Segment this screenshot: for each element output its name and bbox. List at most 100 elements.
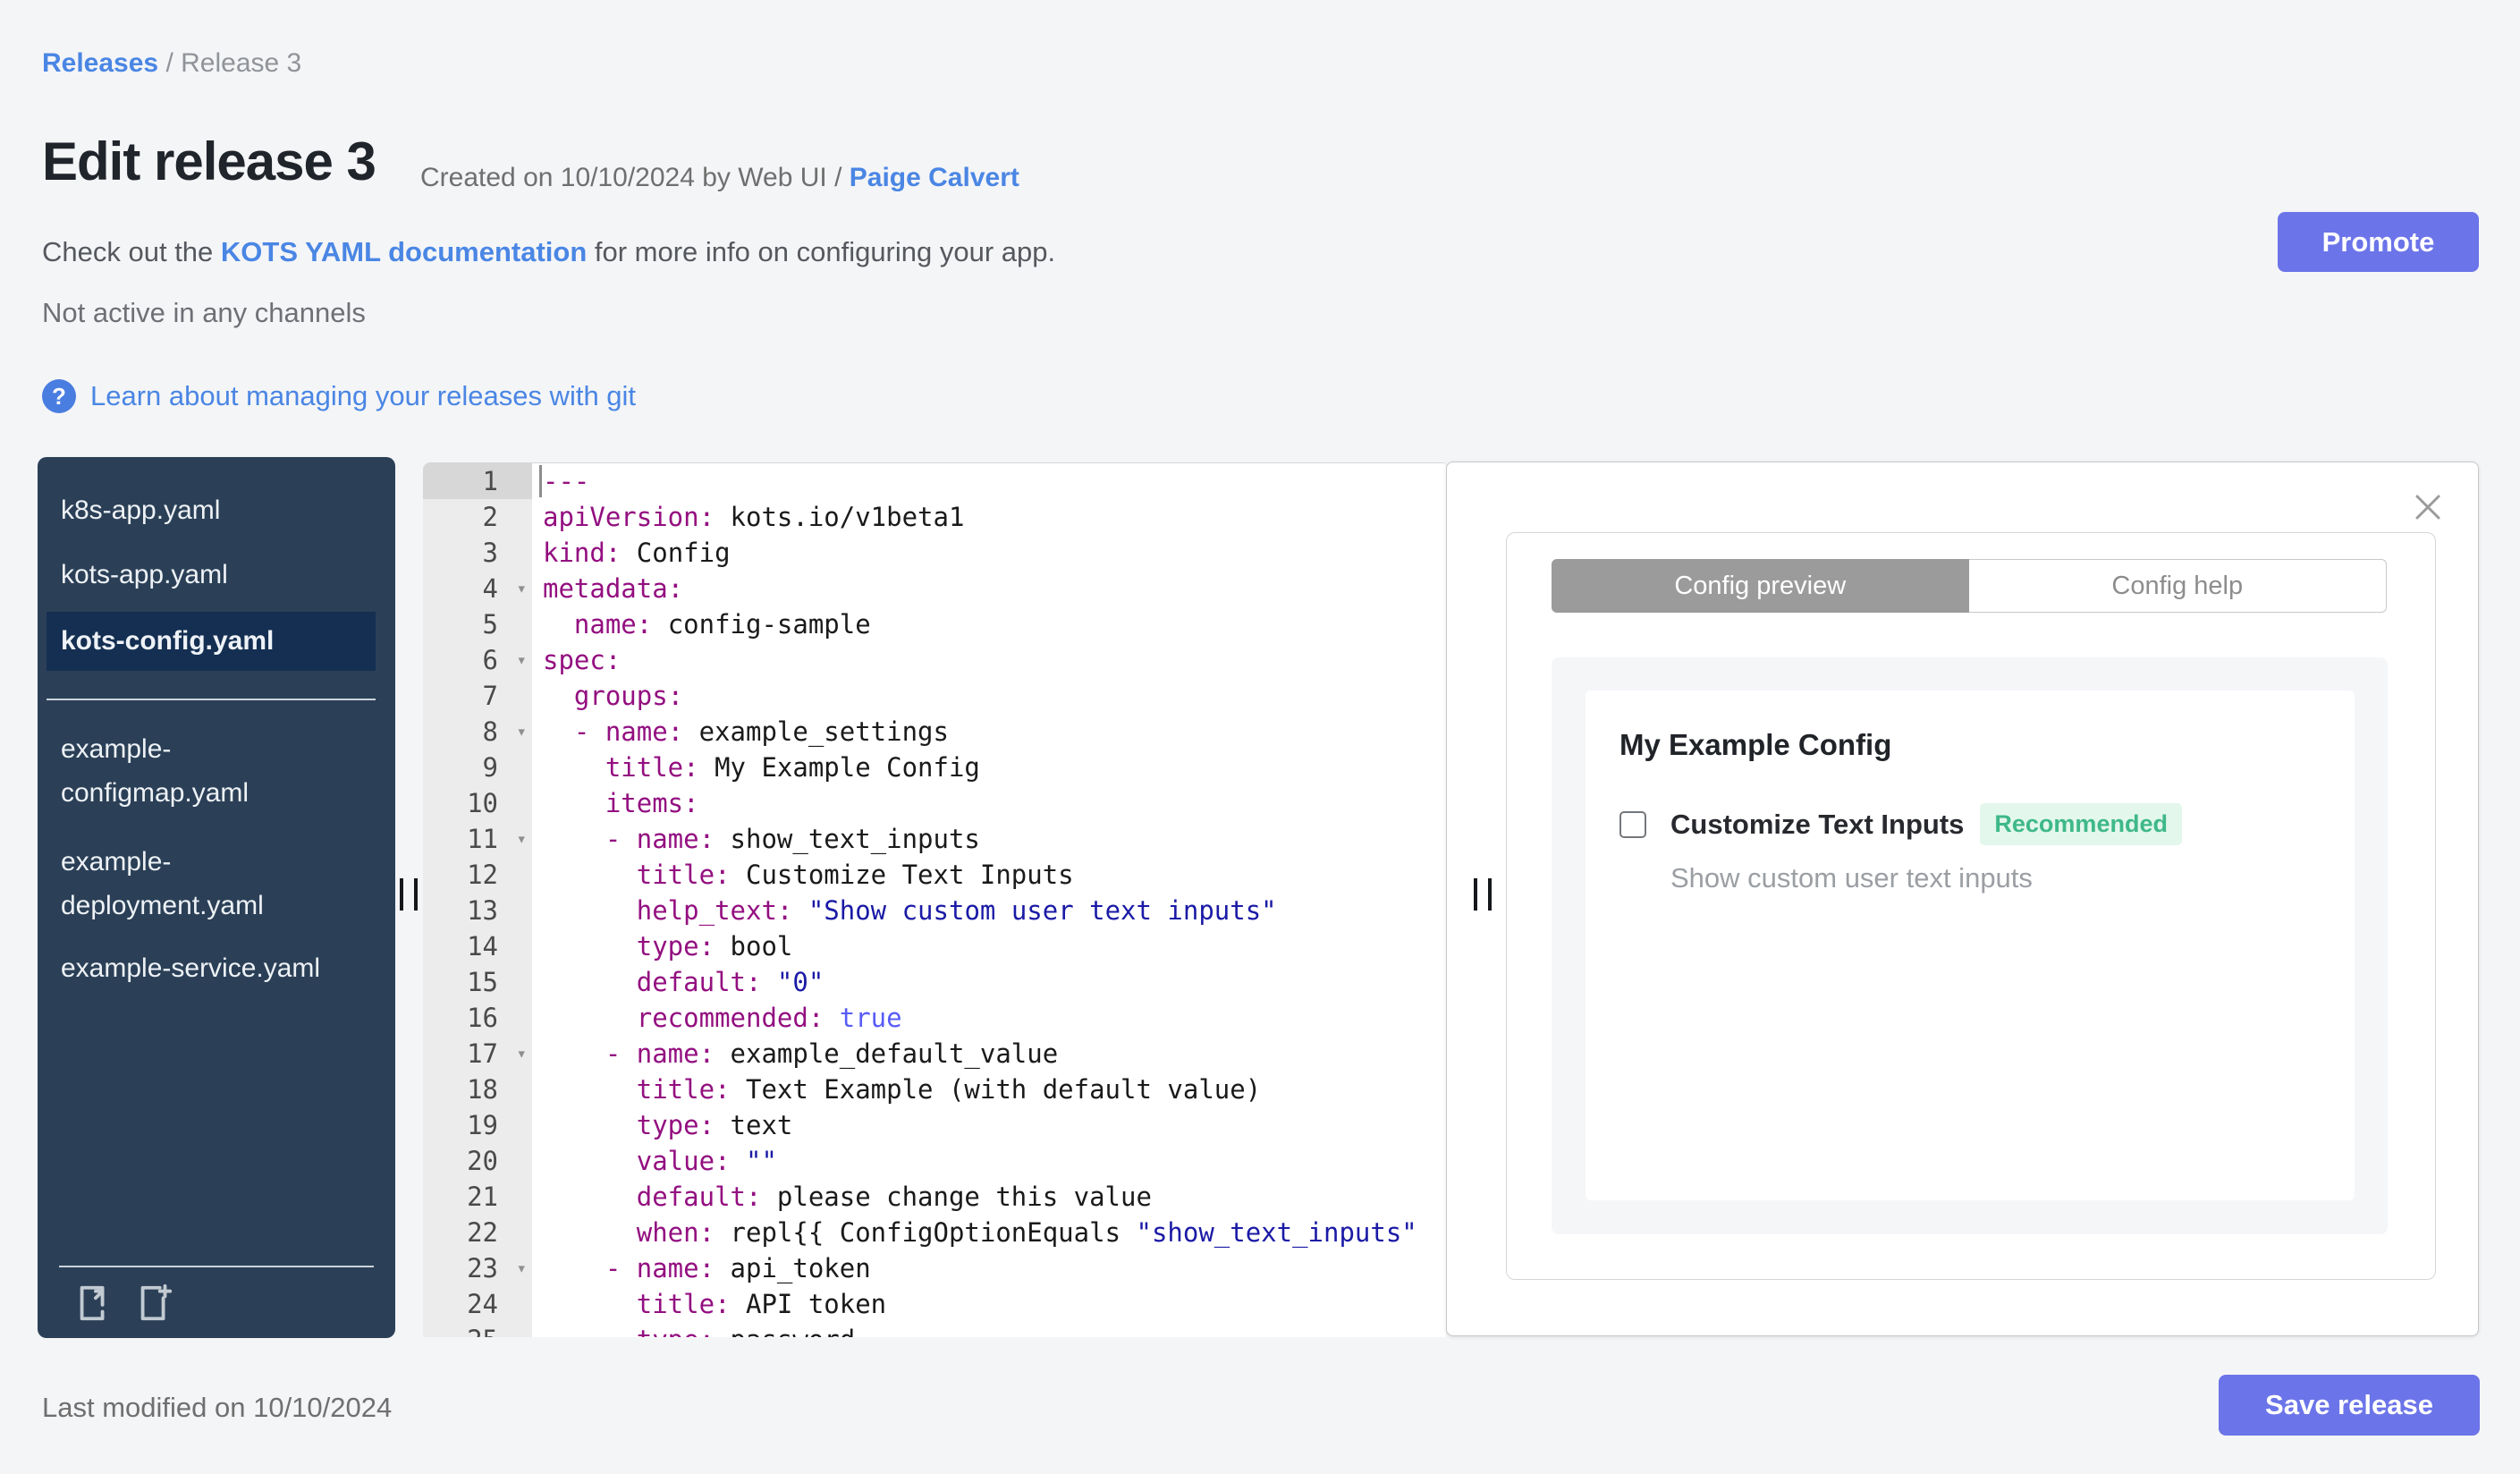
line-number: 16: [423, 1000, 532, 1036]
code-line[interactable]: 11 ▾ - name: show_text_inputs: [423, 821, 1446, 857]
fold-arrow-icon[interactable]: ▾: [517, 1250, 527, 1286]
line-number: 22: [423, 1215, 532, 1250]
code-line[interactable]: 7 groups:: [423, 678, 1446, 714]
file-list: k8s-app.yaml kots-app.yaml kots-config.yam…: [47, 493, 376, 987]
created-author-link[interactable]: Paige Calvert: [850, 163, 1019, 192]
sidebar-file-item[interactable]: example-deployment.yaml: [61, 840, 356, 928]
code-line[interactable]: 20 value: "": [423, 1143, 1446, 1179]
sidebar-file-item[interactable]: example-service.yaml: [61, 951, 356, 987]
line-number: 10: [423, 785, 532, 821]
code-text: default: please change this value: [636, 1182, 1152, 1212]
line-number: 25: [423, 1322, 532, 1337]
customize-text-inputs-checkbox[interactable]: [1619, 810, 1646, 838]
code-line[interactable]: 4 ▾ metadata:: [423, 571, 1446, 606]
code-line[interactable]: 17 ▾ - name: example_default_value: [423, 1036, 1446, 1072]
line-number: 14: [423, 928, 532, 964]
tab-config-help[interactable]: Config help: [1968, 559, 2387, 613]
fold-arrow-icon[interactable]: ▾: [517, 714, 527, 750]
sidebar-file-item[interactable]: k8s-app.yaml: [61, 493, 356, 529]
config-preview-area: My Example Config Customize Text Inputs …: [1552, 657, 2388, 1234]
text-cursor: [539, 465, 542, 497]
git-releases-help-link[interactable]: Learn about managing your releases with …: [90, 380, 636, 412]
line-number: 19: [423, 1107, 532, 1143]
config-inner-panel: Config preview Config help My Example Co…: [1506, 532, 2436, 1280]
channel-status: Not active in any channels: [42, 297, 366, 328]
code-line[interactable]: 13 help_text: "Show custom user text inp…: [423, 893, 1446, 928]
last-modified-text: Last modified on 10/10/2024: [42, 1392, 393, 1423]
line-number: 13: [423, 893, 532, 928]
fold-arrow-icon[interactable]: ▾: [517, 571, 527, 606]
code-line[interactable]: 3 kind: Config: [423, 535, 1446, 571]
code-text: groups:: [573, 681, 684, 711]
doc-suffix: for more info on configuring your app.: [587, 236, 1056, 267]
line-number: 3: [423, 535, 532, 571]
upload-file-icon[interactable]: [73, 1282, 114, 1329]
code-line[interactable]: 21 default: please change this value: [423, 1179, 1446, 1215]
code-line[interactable]: 23 ▾ - name: api_token: [423, 1250, 1446, 1286]
fold-arrow-icon[interactable]: ▾: [517, 642, 527, 678]
code-line[interactable]: 9 title: My Example Config: [423, 750, 1446, 785]
sidebar-file-item[interactable]: example-configmap.yaml: [61, 727, 356, 815]
tab-config-preview[interactable]: Config preview: [1552, 559, 1969, 613]
code-line[interactable]: 6 ▾ spec:: [423, 642, 1446, 678]
line-number: 20: [423, 1143, 532, 1179]
sidebar-editor-resizer-handle[interactable]: [400, 878, 423, 914]
code-text: ---: [532, 463, 1446, 499]
code-line[interactable]: 12 title: Customize Text Inputs: [423, 857, 1446, 893]
code-line[interactable]: 10 items:: [423, 785, 1446, 821]
sidebar-footer-divider: [59, 1266, 374, 1267]
config-tab-bar: Config preview Config help: [1552, 559, 2387, 613]
code-line[interactable]: 8 ▾ - name: example_settings: [423, 714, 1446, 750]
line-number: 12: [423, 857, 532, 893]
code-text: recommended: true: [636, 1003, 902, 1033]
file-sidebar: k8s-app.yaml kots-app.yaml kots-config.yam…: [38, 457, 395, 1338]
line-number: 11 ▾: [423, 821, 532, 857]
code-text: when: repl{{ ConfigOptionEquals "show_te…: [636, 1217, 1417, 1248]
code-text: value: "": [636, 1146, 777, 1176]
doc-prefix: Check out the: [42, 236, 221, 267]
promote-button[interactable]: Promote: [2278, 212, 2479, 272]
created-info: Created on 10/10/2024 by Web UI / Paige …: [420, 163, 1019, 193]
code-line[interactable]: 1 ---: [423, 463, 1446, 499]
code-line[interactable]: 2 apiVersion: kots.io/v1beta1: [423, 499, 1446, 535]
sidebar-divider: [47, 699, 376, 700]
close-x-icon[interactable]: [2412, 491, 2444, 523]
code-text: spec:: [543, 645, 622, 675]
config-group-title: My Example Config: [1619, 728, 1892, 761]
line-number: 21: [423, 1179, 532, 1215]
new-file-icon[interactable]: [134, 1282, 175, 1329]
code-text: title: API token: [636, 1289, 887, 1319]
code-text: items:: [605, 788, 699, 818]
code-line[interactable]: 15 default: "0": [423, 964, 1446, 1000]
save-release-button[interactable]: Save release: [2219, 1375, 2480, 1436]
code-line[interactable]: 5 name: config-sample: [423, 606, 1446, 642]
fold-arrow-icon[interactable]: ▾: [517, 821, 527, 857]
config-item-label[interactable]: Customize Text Inputs: [1670, 809, 1964, 841]
page-title: Edit release 3: [42, 131, 376, 191]
breadcrumb-separator: /: [158, 48, 182, 78]
code-line[interactable]: 18 title: Text Example (with default val…: [423, 1072, 1446, 1107]
code-line[interactable]: 22 when: repl{{ ConfigOptionEquals "show…: [423, 1215, 1446, 1250]
yaml-code-editor[interactable]: 1 --- 2 apiVersion: kots.io/v1beta1 3 kind: C…: [423, 462, 1446, 1337]
code-line[interactable]: 14 type: bool: [423, 928, 1446, 964]
fold-arrow-icon[interactable]: ▾: [517, 1036, 527, 1072]
code-text: title: My Example Config: [605, 752, 980, 783]
line-number: 17 ▾: [423, 1036, 532, 1072]
code-line[interactable]: 24 title: API token: [423, 1286, 1446, 1322]
breadcrumb-releases-link[interactable]: Releases: [42, 48, 158, 78]
editor-panel-resizer-handle[interactable]: [1474, 878, 1497, 914]
code-text: - name: example_default_value: [605, 1038, 1059, 1069]
sidebar-file-item[interactable]: kots-app.yaml: [61, 557, 356, 593]
code-text: - name: show_text_inputs: [605, 824, 980, 854]
kots-yaml-doc-link[interactable]: KOTS YAML documentation: [221, 236, 587, 267]
code-text: title: Customize Text Inputs: [636, 860, 1074, 890]
sidebar-file-item[interactable]: kots-config.yaml: [47, 612, 376, 671]
code-text: - name: example_settings: [573, 716, 949, 747]
code-line[interactable]: 16 recommended: true: [423, 1000, 1446, 1036]
created-text: Created on 10/10/2024 by Web UI /: [420, 163, 850, 192]
code-line[interactable]: 25 type: password: [423, 1322, 1446, 1337]
code-line[interactable]: 19 type: text: [423, 1107, 1446, 1143]
code-text: type: text: [636, 1110, 793, 1140]
line-number: 2: [423, 499, 532, 535]
line-number: 1: [423, 463, 532, 499]
